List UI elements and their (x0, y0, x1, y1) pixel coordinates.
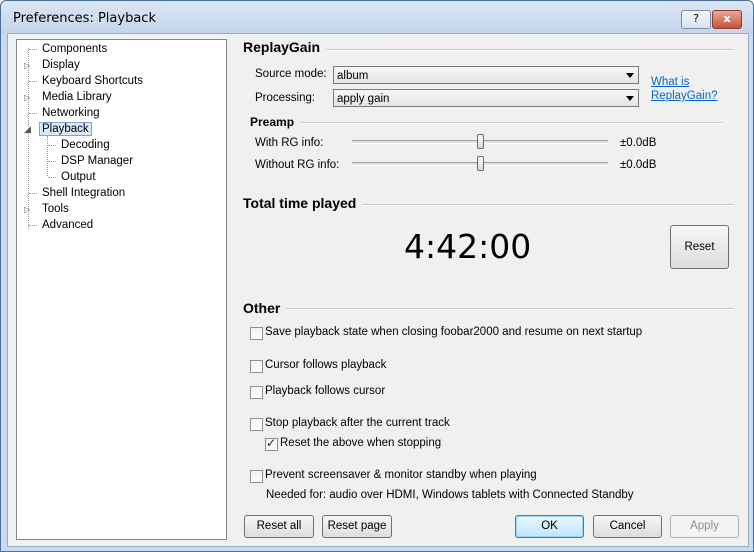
tree-connector (29, 81, 37, 82)
with-rg-label: With RG info: (255, 137, 324, 149)
cancel-button[interactable]: Cancel (593, 515, 662, 538)
tree-item-label: Decoding (61, 139, 110, 151)
tree-connector (48, 161, 56, 162)
prevent-screensaver-label: Prevent screensaver & monitor standby wh… (265, 469, 537, 481)
total-time-heading: Total time played (243, 195, 363, 211)
playback-follows-cursor-checkbox[interactable] (250, 386, 263, 399)
chevron-down-icon (626, 73, 634, 78)
with-rg-slider-thumb[interactable] (477, 134, 484, 149)
tree-item-label: Advanced (42, 219, 94, 231)
reset-time-button[interactable]: Reset (670, 225, 729, 269)
tree-connector (48, 145, 56, 146)
tree-item-output[interactable]: Output (48, 170, 96, 185)
stop-after-current-checkbox[interactable] (250, 418, 263, 431)
without-rg-slider-thumb[interactable] (477, 156, 484, 171)
with-rg-value: ±0.0dB (620, 137, 657, 149)
tree-item-keyboard-shortcuts[interactable]: Keyboard Shortcuts (29, 74, 143, 89)
expand-icon[interactable]: ▷ (24, 58, 30, 73)
dialog-client: Components ▷ Display Keyboard Shortcuts ▷… (7, 33, 749, 547)
expand-icon[interactable]: ▷ (24, 202, 30, 217)
tree-item-label: DSP Manager (61, 155, 134, 167)
tree-item-decoding[interactable]: Decoding (48, 138, 110, 153)
tree-connector (29, 113, 37, 114)
expand-icon[interactable]: ▷ (24, 90, 30, 105)
collapse-icon[interactable]: ◢ (24, 122, 31, 137)
prevent-screensaver-checkbox[interactable] (250, 470, 263, 483)
tree-item-playback[interactable]: ◢ Playback (24, 122, 92, 137)
preamp-heading: Preamp (250, 115, 301, 129)
tree-connector (29, 225, 37, 226)
tree-item-label: Keyboard Shortcuts (42, 75, 144, 87)
ok-button[interactable]: OK (515, 515, 584, 538)
close-icon: x (723, 12, 731, 25)
tree-item-label: Networking (42, 107, 100, 119)
source-mode-select[interactable]: album (333, 66, 639, 84)
tree-connector (48, 177, 56, 178)
link-line-2: ReplayGain? (651, 90, 718, 102)
tree-connector (29, 193, 37, 194)
without-rg-value: ±0.0dB (620, 159, 657, 171)
preferences-window: Preferences: Playback ? x Components ▷ Di… (0, 0, 754, 552)
link-line-1: What is (651, 76, 690, 88)
cursor-follows-playback-checkbox[interactable] (250, 360, 263, 373)
replaygain-heading: ReplayGain (243, 39, 327, 55)
save-playback-state-checkbox[interactable] (250, 327, 263, 340)
source-mode-label: Source mode: (255, 68, 327, 80)
tree-item-label: Display (42, 59, 80, 71)
preferences-tree[interactable]: Components ▷ Display Keyboard Shortcuts ▷… (16, 39, 227, 540)
close-button[interactable]: x (712, 10, 742, 29)
tree-item-dsp-manager[interactable]: DSP Manager (48, 154, 133, 169)
tree-item-label: Output (61, 171, 96, 183)
apply-button[interactable]: Apply (670, 515, 739, 538)
save-playback-state-label: Save playback state when closing foobar2… (265, 326, 643, 338)
tree-item-label: Components (42, 43, 108, 55)
reset-when-stopping-checkbox[interactable] (265, 436, 278, 451)
tree-item-label: Tools (42, 203, 69, 215)
tree-item-label: Media Library (42, 91, 112, 103)
title-bar[interactable]: Preferences: Playback ? x (1, 1, 753, 35)
total-time-value: 4:42:00 (404, 227, 532, 266)
cursor-follows-playback-label: Cursor follows playback (265, 359, 387, 371)
reset-when-stopping-label: Reset the above when stopping (280, 437, 442, 449)
what-is-replaygain-link[interactable]: What is ReplayGain? (651, 75, 717, 103)
reset-all-button[interactable]: Reset all (244, 515, 314, 538)
chevron-down-icon (626, 96, 634, 101)
tree-item-label: Shell Integration (42, 187, 126, 199)
tree-item-tools[interactable]: ▷ Tools (24, 202, 69, 217)
source-mode-value: album (337, 70, 369, 82)
processing-select[interactable]: apply gain (333, 89, 639, 107)
processing-value: apply gain (337, 93, 390, 105)
tree-item-display[interactable]: ▷ Display (24, 58, 80, 73)
playback-follows-cursor-label: Playback follows cursor (265, 385, 386, 397)
tree-connector (29, 49, 37, 50)
screensaver-note: Needed for: audio over HDMI, Windows tab… (266, 489, 634, 501)
preamp-divider (250, 122, 722, 124)
processing-label: Processing: (255, 92, 316, 104)
tree-item-components[interactable]: Components (29, 42, 107, 57)
window-title: Preferences: Playback (13, 11, 156, 26)
tree-item-networking[interactable]: Networking (29, 106, 100, 121)
tree-item-media-library[interactable]: ▷ Media Library (24, 90, 112, 105)
reset-page-button[interactable]: Reset page (322, 515, 392, 538)
tree-item-label: Playback (39, 122, 92, 136)
help-button[interactable]: ? (681, 10, 711, 29)
other-heading: Other (243, 300, 287, 316)
stop-after-current-label: Stop playback after the current track (265, 417, 450, 429)
tree-item-shell-integration[interactable]: Shell Integration (29, 186, 125, 201)
section-divider (244, 308, 734, 310)
tree-item-advanced[interactable]: Advanced (29, 218, 93, 233)
without-rg-label: Without RG info: (255, 159, 340, 171)
